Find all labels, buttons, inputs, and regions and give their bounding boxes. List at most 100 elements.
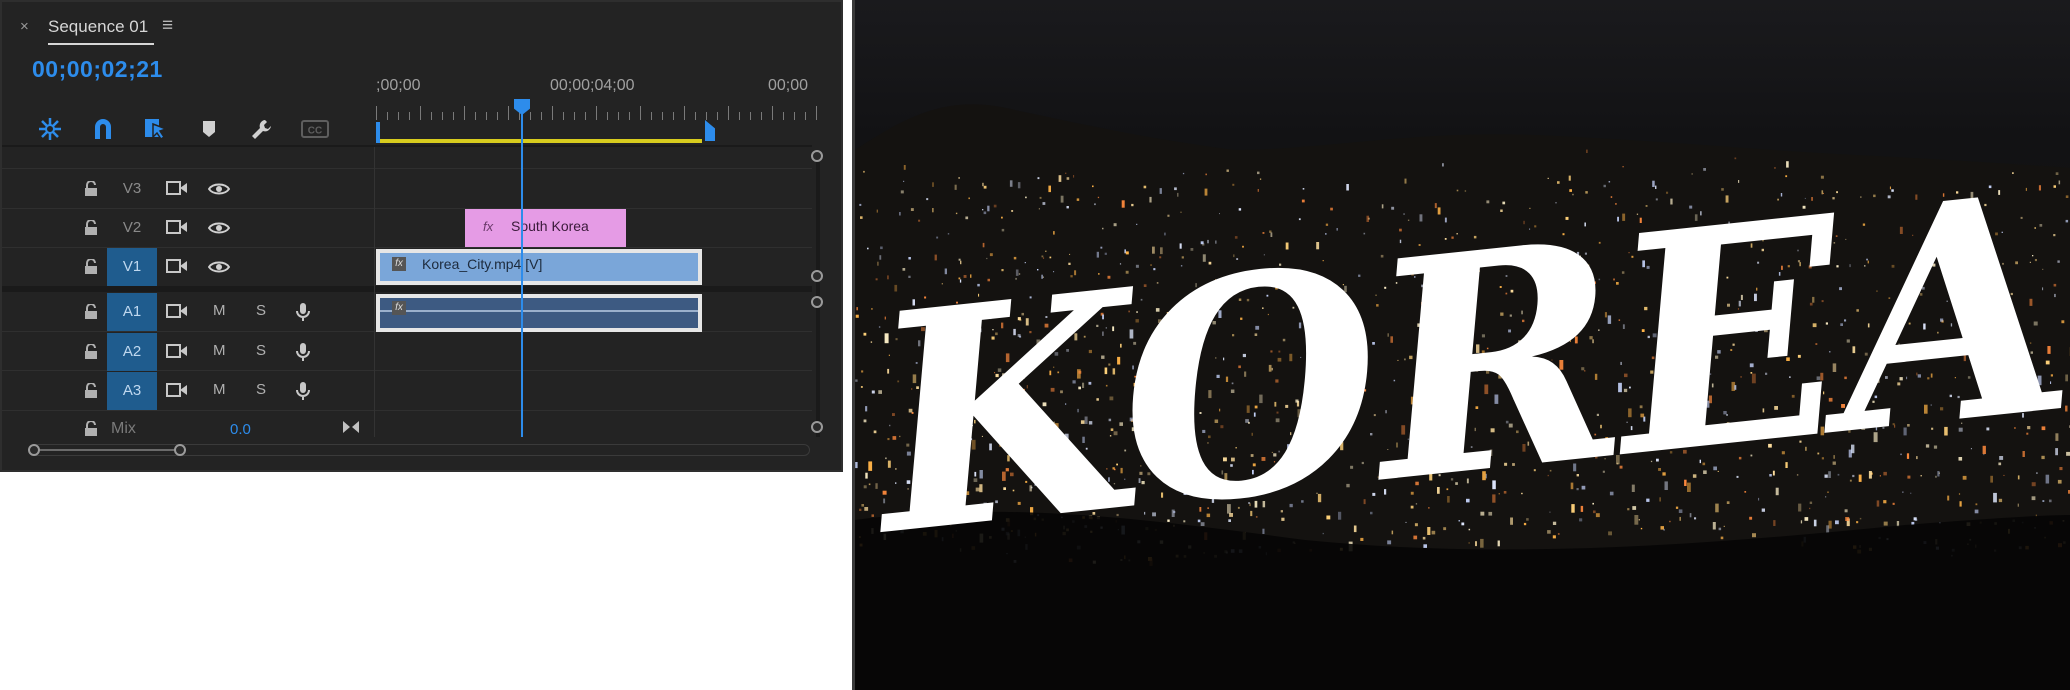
- ruler-tick: [761, 112, 762, 120]
- lock-icon[interactable]: [84, 181, 98, 197]
- clip-korea-city-audio[interactable]: fx: [376, 294, 702, 332]
- lock-icon[interactable]: [84, 220, 98, 236]
- clip-label: Korea_City.mp4 [V]: [422, 256, 543, 272]
- ruler-tick: [739, 112, 740, 120]
- track-a3[interactable]: A3 M S: [2, 372, 376, 410]
- sync-lock-icon[interactable]: [166, 303, 188, 319]
- ruler-tick: [816, 106, 817, 120]
- track-name[interactable]: V3: [107, 170, 157, 208]
- solo-button[interactable]: S: [256, 342, 266, 359]
- playhead-timecode[interactable]: 00;00;02;21: [32, 56, 163, 83]
- ruler-tick: [486, 112, 487, 120]
- ruler-tick: [618, 112, 619, 120]
- lock-icon[interactable]: [84, 383, 98, 399]
- zoom-scrollbar-thumb[interactable]: [36, 449, 186, 451]
- sync-lock-icon[interactable]: [166, 219, 188, 235]
- ruler-tick: [783, 112, 784, 120]
- ruler-tick: [662, 112, 663, 120]
- go-to-in-out-icon[interactable]: [342, 420, 360, 434]
- mute-button[interactable]: M: [213, 381, 226, 398]
- svg-text:KOREA: KOREA: [855, 127, 2070, 603]
- clip-south-korea[interactable]: fx South Korea: [465, 209, 626, 247]
- panel-menu-icon[interactable]: ≡: [162, 15, 173, 37]
- solo-button[interactable]: S: [256, 381, 266, 398]
- close-tab-icon[interactable]: ×: [20, 18, 29, 35]
- microphone-icon[interactable]: [296, 381, 310, 401]
- zoom-handle-left[interactable]: [28, 444, 40, 456]
- microphone-icon[interactable]: [296, 342, 310, 362]
- eye-icon[interactable]: [208, 221, 230, 235]
- track-name[interactable]: V1: [107, 248, 157, 286]
- mute-button[interactable]: M: [213, 342, 226, 359]
- track-name[interactable]: V2: [107, 209, 157, 247]
- zoom-handle-right[interactable]: [174, 444, 186, 456]
- vertical-scroll-handle[interactable]: [811, 296, 823, 308]
- microphone-icon[interactable]: [296, 302, 310, 322]
- sync-lock-icon[interactable]: [166, 382, 188, 398]
- sequence-tab[interactable]: × Sequence 01 ≡: [2, 2, 841, 52]
- vertical-scroll-handle[interactable]: [811, 421, 823, 433]
- track-name[interactable]: A2: [107, 333, 157, 371]
- settings-wrench-icon[interactable]: [247, 114, 277, 144]
- lock-icon[interactable]: [84, 259, 98, 275]
- lock-icon[interactable]: [84, 344, 98, 360]
- add-marker-icon[interactable]: [194, 114, 224, 144]
- ruler-tick: [794, 112, 795, 120]
- fx-badge: fx: [392, 301, 406, 315]
- ruler-tick: [728, 106, 729, 120]
- ruler-tick: [376, 106, 377, 120]
- mix-volume-value[interactable]: 0.0: [230, 421, 251, 438]
- sync-lock-icon[interactable]: [166, 258, 188, 274]
- track-a2[interactable]: A2 M S: [2, 333, 376, 371]
- solo-button[interactable]: S: [256, 302, 266, 319]
- eye-icon[interactable]: [208, 260, 230, 274]
- lock-icon[interactable]: [84, 304, 98, 320]
- sync-lock-icon[interactable]: [166, 343, 188, 359]
- ruler-tick: [596, 106, 597, 120]
- ruler-tick: [464, 106, 465, 120]
- mix-track[interactable]: Mix 0.0: [2, 414, 376, 444]
- snap-magnet-icon[interactable]: [88, 114, 118, 144]
- track-name[interactable]: A3: [107, 372, 157, 410]
- track-divider: [2, 168, 812, 169]
- ruler-tick: [530, 112, 531, 120]
- work-area-end-handle[interactable]: [705, 120, 715, 141]
- ruler-tick: [552, 106, 553, 120]
- mix-label: Mix: [111, 420, 136, 437]
- time-ruler[interactable]: [376, 104, 817, 120]
- sync-lock-icon[interactable]: [166, 180, 188, 196]
- fx-badge: fx: [483, 219, 494, 234]
- work-area-start-handle[interactable]: [376, 122, 380, 143]
- ruler-tick: [420, 106, 421, 120]
- sequence-tab-title[interactable]: Sequence 01: [48, 17, 148, 37]
- track-a1[interactable]: A1 M S: [2, 293, 376, 331]
- mute-button[interactable]: M: [213, 302, 226, 319]
- ruler-tick: [497, 112, 498, 120]
- playhead-line[interactable]: [521, 112, 523, 437]
- captions-icon[interactable]: CC: [300, 114, 330, 144]
- clip-korea-city-video[interactable]: fx Korea_City.mp4 [V]: [376, 249, 702, 285]
- ruler-tick: [563, 112, 564, 120]
- track-v3[interactable]: V3: [2, 170, 376, 208]
- lock-icon[interactable]: [84, 421, 98, 437]
- timeline-panel: × Sequence 01 ≡ 00;00;02;21 CC ;00;00 00…: [0, 0, 843, 472]
- track-v2[interactable]: V2: [2, 209, 376, 247]
- ruler-tick: [585, 112, 586, 120]
- track-v1[interactable]: V1: [2, 248, 376, 286]
- linked-selection-icon[interactable]: [141, 114, 171, 144]
- ruler-tick: [706, 112, 707, 120]
- ruler-mid-label: 00;00;04;00: [550, 77, 635, 94]
- vertical-scroll-handle[interactable]: [811, 270, 823, 282]
- ruler-tick: [574, 112, 575, 120]
- eye-icon[interactable]: [208, 182, 230, 196]
- track-name[interactable]: A1: [107, 293, 157, 331]
- ruler-tick: [607, 112, 608, 120]
- fx-badge: fx: [392, 257, 406, 271]
- ruler-tick: [640, 106, 641, 120]
- program-monitor: KOREA: [852, 0, 2070, 690]
- vertical-scroll-handle[interactable]: [811, 150, 823, 162]
- insert-nest-icon[interactable]: [35, 114, 65, 144]
- ruler-tick: [805, 112, 806, 120]
- ruler-tick: [475, 112, 476, 120]
- work-area-bar[interactable]: [376, 139, 702, 143]
